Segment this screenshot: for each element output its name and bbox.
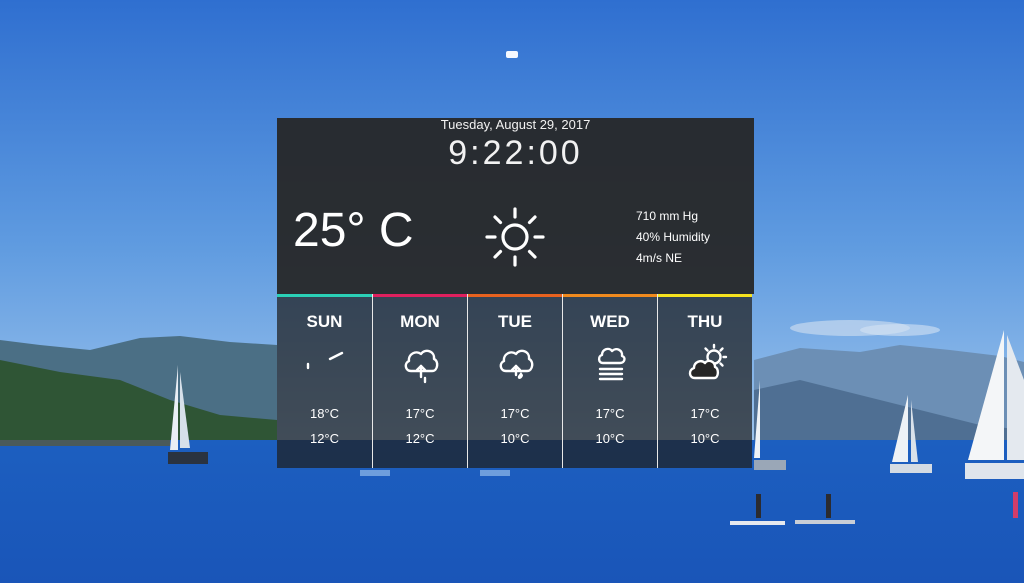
top-indicator [506,51,518,58]
weather-widget: Tuesday, August 29, 2017 9:22:00 25° C 7… [277,117,754,468]
low-temperature: 10°C [690,431,720,446]
day-name: THU [687,312,723,331]
day-accent-bar [468,294,562,297]
high-temperature: 17°C [405,406,435,421]
day-name: WED [590,312,630,331]
high-temperature: 18°C [309,406,340,421]
humidity-value: 40% Humidity [636,230,711,244]
partly-cloudy-icon [688,343,728,380]
forecast-strip: SUN 18°C 12°C MON 17°C 12°C TUE 17°C 10°… [277,294,754,468]
low-temperature: 10°C [595,431,625,446]
forecast-day-tue: TUE 17°C 10°C [467,294,562,468]
cloud-fog-icon [597,347,626,381]
day-name: TUE [498,312,532,331]
forecast-day-thu: THU 17°C 10°C [657,294,752,468]
wind-icon [306,351,344,370]
weather-stats: 710 mm Hg 40% Humidity 4m/s NE [636,209,710,272]
high-temperature: 17°C [500,406,530,421]
day-accent-bar [563,294,657,297]
cloud-rain-icon [404,349,439,384]
day-accent-bar [373,294,467,297]
current-weather-panel: Tuesday, August 29, 2017 9:22:00 25° C 7… [277,117,754,294]
cloud-drizzle-icon [499,349,534,379]
forecast-day-mon: MON 17°C 12°C [372,294,467,468]
sun-icon [485,207,545,267]
day-name: MON [400,312,440,331]
low-temperature: 10°C [500,431,530,446]
date-label: Tuesday, August 29, 2017 [440,117,591,132]
clock-time: 9:22:00 [448,134,583,172]
day-accent-bar [277,294,372,297]
day-accent-bar [658,294,752,297]
low-temperature: 12°C [309,431,340,446]
day-name: SUN [306,312,343,331]
pressure-value: 710 mm Hg [636,209,699,223]
wind-value: 4m/s NE [636,251,683,265]
current-temperature: 25° C [293,204,414,257]
high-temperature: 17°C [595,406,625,421]
forecast-day-sun: SUN 18°C 12°C [277,294,372,468]
forecast-day-wed: WED 17°C 10°C [562,294,657,468]
high-temperature: 17°C [690,406,720,421]
low-temperature: 12°C [405,431,435,446]
